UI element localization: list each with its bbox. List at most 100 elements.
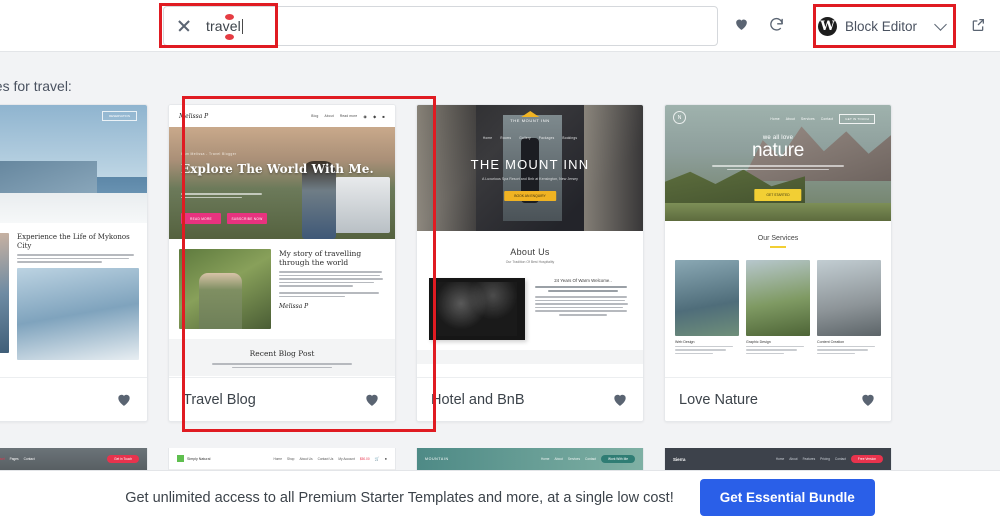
mini-brand: Simply Natural	[187, 456, 211, 461]
mini-nav-item: Contact	[585, 457, 597, 461]
heart-icon[interactable]	[363, 391, 381, 408]
twitter-icon: ◆	[373, 113, 377, 119]
template-card-tourism[interactable]: HOME ABOUT US CONTACT RESERVATION ct Hot…	[0, 104, 148, 422]
mini-nav-item: Home	[273, 456, 282, 461]
mini-nav-item: Packages	[538, 136, 555, 140]
card-footer: Travel Blog	[169, 377, 395, 421]
mini-nav-item: Pricing	[820, 457, 830, 461]
template-grid: HOME ABOUT US CONTACT RESERVATION ct Hot…	[0, 104, 892, 422]
mini-nav-item: About	[785, 117, 796, 121]
mini-hero-heading: THE MOUNT INN	[470, 157, 590, 172]
mini-nav-item: Contact	[834, 457, 846, 461]
heart-icon[interactable]	[733, 16, 750, 37]
promo-text: Get unlimited access to all Premium Star…	[125, 489, 674, 506]
search-input-value: travel	[206, 18, 241, 34]
mini-band-heading: Recent Blog Post	[249, 349, 315, 358]
mini-section-heading: My story of travelling through the world	[279, 249, 362, 267]
editor-selector-label: Block Editor	[845, 18, 918, 34]
mini-nav-item: Shop	[287, 456, 295, 461]
heart-icon[interactable]	[115, 391, 133, 408]
service-item: Content Creation	[817, 259, 881, 357]
service-title: Content Creation	[817, 339, 845, 344]
mini-section-heading: About Us	[510, 247, 550, 257]
mini-nav-button: Work With Me	[601, 455, 635, 463]
mini-nav-item: Travel	[0, 457, 5, 461]
mini-nav-item: Contact Us	[317, 456, 334, 461]
cart-icon: 🛒	[374, 456, 380, 461]
service-item: Web Design	[675, 259, 739, 357]
mini-nav-item: Features	[802, 457, 816, 461]
external-link-icon[interactable]	[970, 17, 986, 38]
mini-nav-item: Services	[567, 457, 581, 461]
editor-selector[interactable]: W Block Editor	[818, 9, 951, 43]
mini-nav-item: About	[789, 457, 798, 461]
mini-brand: THE MOUNT INN	[510, 118, 550, 123]
mini-nav-item: Home	[770, 117, 780, 121]
mini-hero-sub: A Luxurious Spa Resort and Bnb at Kensin…	[482, 177, 578, 181]
promo-bar: Get unlimited access to all Premium Star…	[0, 470, 1000, 524]
template-card-hotel-bnb[interactable]: THE MOUNT INN Home Rooms Gallery Package…	[416, 104, 644, 422]
template-card-travel-blog[interactable]: Melissa P Blog About Read more ◉ ◆ ■ I a…	[168, 104, 396, 422]
card-footer: Hotel and BnB	[417, 377, 643, 421]
template-preview-thumbnail: N Home About Services Contact GET IN TOU…	[665, 105, 891, 377]
heart-icon[interactable]	[859, 391, 877, 408]
mini-nav-item: Read more	[339, 114, 358, 118]
user-icon: ●	[384, 456, 387, 461]
mini-section-heading: Experience the Life of Mykonos City	[17, 233, 130, 250]
mini-nav-item: Home	[540, 457, 550, 461]
mini-button: READ MORE	[181, 213, 221, 224]
mini-nav-button: Free Version	[850, 455, 883, 463]
mini-button: BOOK AN ENQUIRY	[504, 191, 556, 201]
mini-nav-item: Contact	[23, 457, 35, 461]
mini-feature-heading: 24 Years Of Warm Welcome..	[554, 278, 612, 283]
results-subtitle: lates for travel:	[0, 78, 72, 94]
wordpress-logo: W	[818, 16, 837, 36]
mountain-icon	[520, 111, 539, 117]
mini-nav-item: Pages	[9, 457, 19, 461]
card-title: Hotel and BnB	[431, 391, 525, 408]
mini-brand: Sierra	[673, 456, 686, 462]
mini-hero-big: nature	[751, 140, 805, 161]
mini-nav-item: My Account	[338, 456, 355, 461]
app-header: travel W Block Editor	[0, 0, 1000, 52]
service-title: Graphic Design	[746, 339, 771, 344]
logo-badge: N	[673, 111, 686, 124]
template-card-love-nature[interactable]: N Home About Services Contact GET IN TOU…	[664, 104, 892, 422]
card-footer: Love Nature	[665, 377, 891, 421]
search-field[interactable]: travel	[163, 6, 718, 46]
mini-section-heading: Our Services	[757, 235, 799, 242]
mini-brand: Melissa P	[179, 112, 209, 120]
instagram-icon: ◉	[363, 113, 368, 119]
facebook-icon: ■	[382, 113, 385, 119]
mini-nav-item: Bookings	[562, 136, 578, 140]
mini-hero-heading: Explore The World With Me.	[181, 162, 374, 176]
mini-nav-item: Home	[775, 457, 785, 461]
service-item: Graphic Design	[746, 259, 810, 357]
mini-nav-item: About	[324, 114, 334, 118]
refresh-icon[interactable]	[768, 16, 785, 38]
chevron-down-icon[interactable]	[934, 17, 947, 31]
mini-kicker: I am Melissa - Travel Blogger	[181, 152, 237, 156]
mini-nav-button: GET IN TOUCH	[839, 114, 875, 124]
template-preview-thumbnail: Melissa P Blog About Read more ◉ ◆ ■ I a…	[169, 105, 395, 377]
mini-price: $50.00	[359, 456, 370, 461]
mini-nav-item: Blog	[311, 114, 319, 118]
mini-nav-item: About	[554, 457, 563, 461]
mini-button: SUBSCRIBE NOW	[227, 213, 267, 224]
mini-signature: Melissa P	[279, 303, 309, 311]
card-footer: Tourism	[0, 377, 147, 421]
template-preview-thumbnail: THE MOUNT INN Home Rooms Gallery Package…	[417, 105, 643, 377]
close-icon[interactable]	[176, 18, 192, 34]
mini-nav-item: Gallery	[519, 136, 531, 140]
mini-brand: MOUNTAIN	[425, 457, 449, 461]
mini-nav-item: Services	[801, 117, 815, 121]
leaf-icon	[177, 455, 184, 462]
get-essential-bundle-button[interactable]: Get Essential Bundle	[699, 479, 875, 516]
service-title: Web Design	[675, 339, 695, 344]
mini-nav-item: Home	[482, 136, 493, 140]
mini-nav-item: Contact	[820, 117, 834, 121]
mini-nav-button: Get in Touch	[107, 455, 139, 463]
template-preview-thumbnail: HOME ABOUT US CONTACT RESERVATION ct Hot…	[0, 105, 147, 377]
heart-icon[interactable]	[611, 391, 629, 408]
mini-section-sub: Our Tradition Of Best Hospitality	[505, 260, 555, 264]
